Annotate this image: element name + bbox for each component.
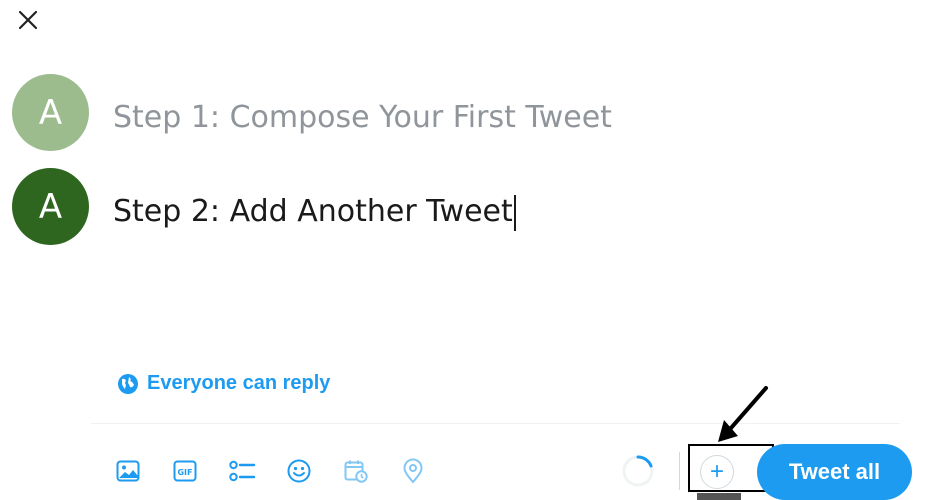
second-tweet-content: Step 2: Add Another Tweet <box>113 194 513 229</box>
character-count-ring <box>620 453 656 489</box>
poll-button[interactable] <box>227 456 257 486</box>
second-tweet-input[interactable]: Step 2: Add Another Tweet <box>113 194 516 231</box>
avatar[interactable]: A <box>12 74 89 151</box>
first-tweet-text[interactable]: Step 1: Compose Your First Tweet <box>113 100 612 135</box>
svg-text:GIF: GIF <box>177 468 192 477</box>
gif-button[interactable]: GIF <box>170 456 200 486</box>
reply-setting-label: Everyone can reply <box>147 372 331 394</box>
divider <box>91 423 900 424</box>
poll-icon <box>228 458 256 484</box>
schedule-icon <box>343 458 369 484</box>
gif-icon: GIF <box>172 458 198 484</box>
reply-setting-button[interactable]: Everyone can reply <box>117 372 330 395</box>
emoji-icon <box>286 458 312 484</box>
text-cursor <box>513 194 516 231</box>
close-button[interactable] <box>10 4 46 40</box>
globe-icon <box>117 373 139 395</box>
emoji-button[interactable] <box>284 456 314 486</box>
tweet-all-button[interactable]: Tweet all <box>757 444 912 500</box>
avatar[interactable]: A <box>12 168 89 245</box>
media-button[interactable] <box>113 456 143 486</box>
avatar-initial: A <box>38 92 63 133</box>
avatar-initial: A <box>38 186 63 227</box>
image-icon <box>115 458 141 484</box>
schedule-button[interactable] <box>341 456 371 486</box>
location-button[interactable] <box>398 456 428 486</box>
arrow-annotation <box>714 386 770 451</box>
first-tweet-content: Step 1: Compose Your First Tweet <box>113 100 612 135</box>
toolbar-separator <box>679 452 680 490</box>
location-icon <box>400 458 426 484</box>
close-icon <box>17 9 39 36</box>
tooltip-stub <box>697 493 741 500</box>
